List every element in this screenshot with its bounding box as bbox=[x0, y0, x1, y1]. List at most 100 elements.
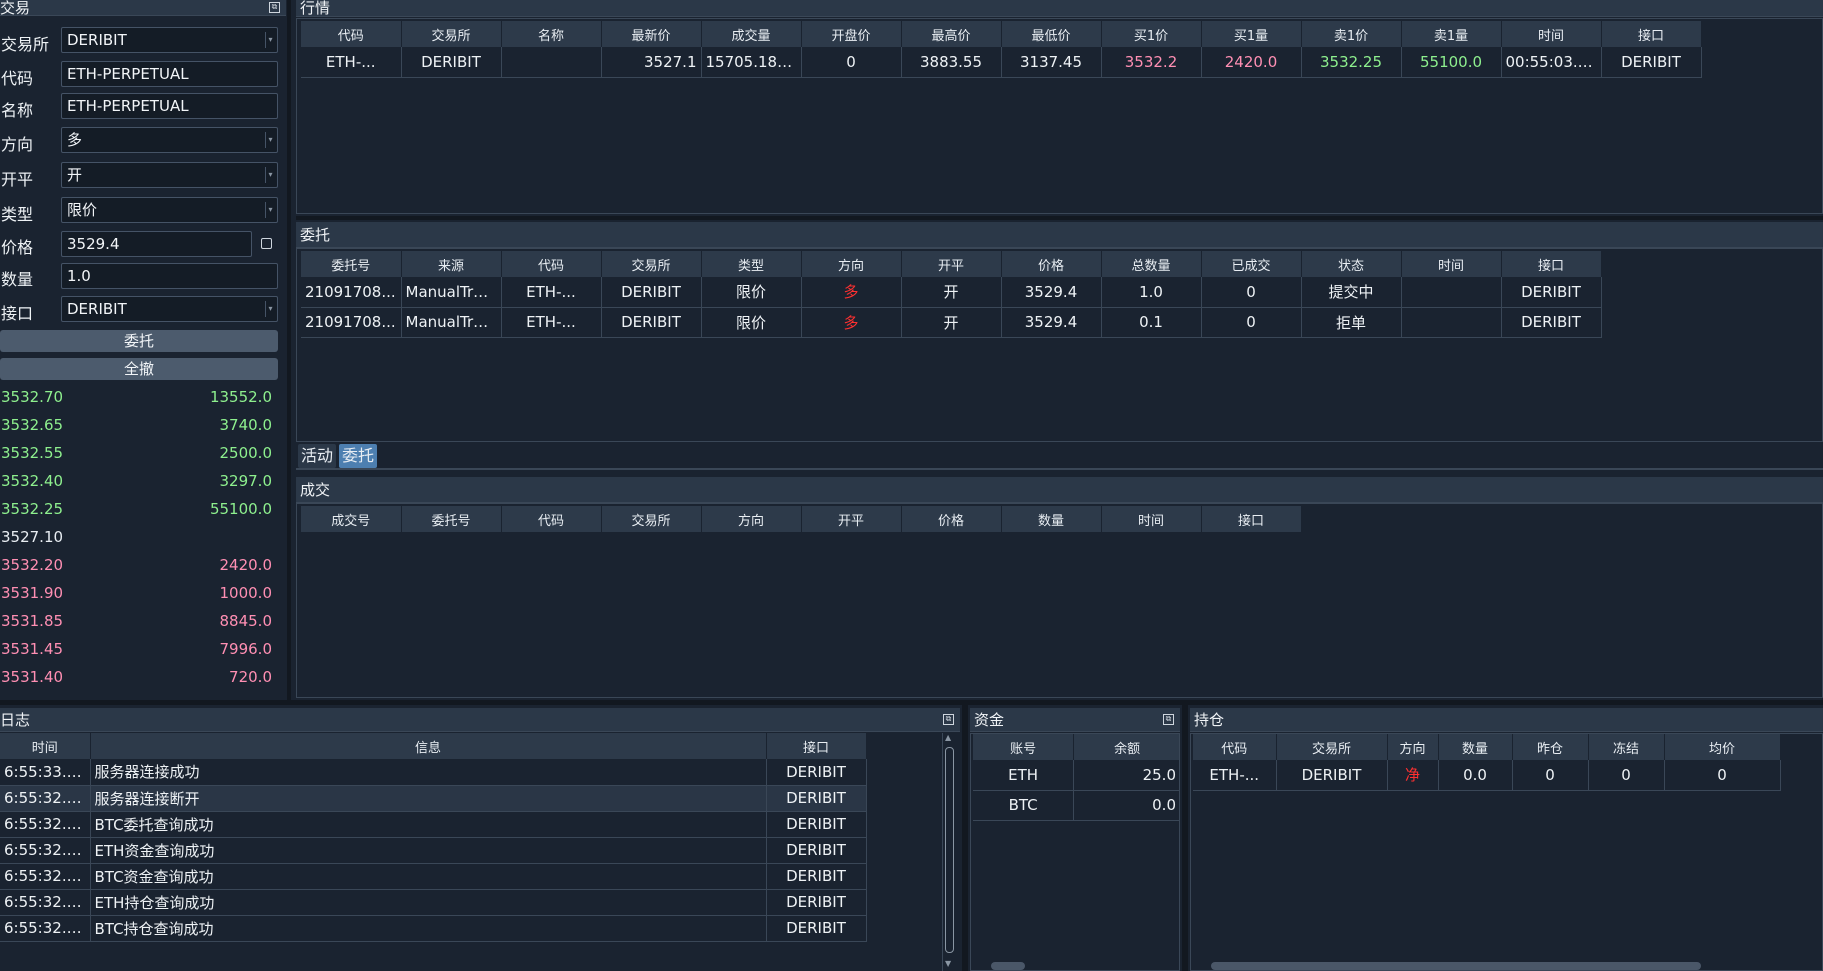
column-header[interactable]: 时间 bbox=[0, 733, 91, 759]
table-row[interactable]: 6:55:32.452 ETH持仓查询成功 DERIBIT bbox=[0, 889, 867, 916]
table-row[interactable]: 6:55:33.616 服务器连接成功 DERIBIT bbox=[0, 759, 867, 786]
column-header[interactable]: 时间 bbox=[1401, 251, 1502, 277]
symbol-input[interactable]: ETH-PERPETUAL bbox=[61, 61, 278, 87]
column-header[interactable]: 冻结 bbox=[1588, 734, 1665, 760]
price-checkbox[interactable] bbox=[261, 238, 272, 249]
column-header[interactable]: 交易所 bbox=[401, 21, 502, 47]
column-header[interactable]: 方向 bbox=[1387, 734, 1439, 760]
table-row[interactable]: 6:55:32.453 BTC委托查询成功 DERIBIT bbox=[0, 811, 867, 838]
table-row[interactable]: BTC 0.0 bbox=[973, 790, 1179, 821]
bid-level[interactable]: 3531.85 8845.0 bbox=[0, 607, 276, 635]
table-row[interactable]: ETH-... DERIBIT 3527.1 15705.182... 0 3883.55… bbox=[301, 47, 1702, 78]
float-icon[interactable]: ⧉ bbox=[1163, 714, 1174, 725]
position-hscroll-thumb[interactable] bbox=[1211, 962, 1701, 970]
column-header[interactable]: 来源 bbox=[401, 251, 502, 277]
column-header[interactable]: 状态 bbox=[1301, 251, 1402, 277]
column-header[interactable]: 总数量 bbox=[1101, 251, 1202, 277]
column-header[interactable]: 代码 bbox=[301, 21, 402, 47]
column-header[interactable]: 开盘价 bbox=[801, 21, 902, 47]
chevron-down-icon[interactable]: ▾ bbox=[265, 202, 275, 218]
exchange-combo[interactable]: DERIBIT ▾ bbox=[61, 27, 278, 53]
column-header[interactable]: 余额 bbox=[1073, 734, 1179, 760]
column-header[interactable]: 接口 bbox=[1201, 506, 1302, 532]
column-header[interactable]: 时间 bbox=[1101, 506, 1202, 532]
column-header[interactable]: 类型 bbox=[701, 251, 802, 277]
chevron-down-icon[interactable]: ▾ bbox=[265, 132, 275, 148]
column-header[interactable]: 账号 bbox=[973, 734, 1075, 760]
column-header[interactable]: 买1价 bbox=[1101, 21, 1202, 47]
column-header[interactable]: 方向 bbox=[801, 251, 902, 277]
account-hscroll-thumb[interactable] bbox=[991, 962, 1025, 970]
column-header[interactable]: 代码 bbox=[501, 506, 602, 532]
column-header[interactable]: 开平 bbox=[901, 251, 1002, 277]
column-header[interactable]: 交易所 bbox=[1276, 734, 1388, 760]
tab-active[interactable]: 活动 bbox=[298, 444, 337, 468]
column-header[interactable]: 最新价 bbox=[601, 21, 702, 47]
log-scrollbar[interactable]: ▲ ▼ bbox=[942, 733, 956, 971]
column-header[interactable]: 委托号 bbox=[301, 251, 402, 277]
column-header[interactable]: 已成交 bbox=[1201, 251, 1302, 277]
ask-level[interactable]: 3532.40 3297.0 bbox=[0, 467, 276, 495]
column-header[interactable]: 信息 bbox=[90, 733, 767, 759]
table-row[interactable]: 6:55:32.453 ETH资金查询成功 DERIBIT bbox=[0, 837, 867, 864]
column-header[interactable]: 昨仓 bbox=[1512, 734, 1589, 760]
column-header[interactable]: 代码 bbox=[501, 251, 602, 277]
ask-level[interactable]: 3532.25 55100.0 bbox=[0, 495, 276, 523]
column-header[interactable]: 成交量 bbox=[701, 21, 802, 47]
column-header[interactable]: 交易所 bbox=[601, 506, 702, 532]
float-icon[interactable]: ⧉ bbox=[269, 2, 280, 13]
last-price[interactable]: 3527.10 bbox=[0, 523, 276, 551]
column-header[interactable]: 卖1量 bbox=[1401, 21, 1502, 47]
direction-combo[interactable]: 多 ▾ bbox=[61, 127, 278, 153]
ask-level[interactable]: 3532.70 13552.0 bbox=[0, 383, 276, 411]
column-header[interactable]: 方向 bbox=[701, 506, 802, 532]
column-header[interactable]: 交易所 bbox=[601, 251, 702, 277]
table-row[interactable]: ETH 25.0 bbox=[973, 760, 1179, 791]
price-input[interactable]: 3529.4 bbox=[61, 231, 252, 257]
column-header[interactable]: 最高价 bbox=[901, 21, 1002, 47]
column-header[interactable]: 接口 bbox=[766, 733, 867, 759]
float-icon[interactable]: ⧉ bbox=[943, 714, 954, 725]
column-header[interactable]: 时间 bbox=[1501, 21, 1602, 47]
table-row[interactable]: 6:55:32.451 BTC持仓查询成功 DERIBIT bbox=[0, 915, 867, 942]
column-header[interactable]: 数量 bbox=[1438, 734, 1513, 760]
name-input[interactable]: ETH-PERPETUAL bbox=[61, 93, 278, 119]
scroll-up-icon[interactable]: ▲ bbox=[945, 733, 951, 742]
bid-level[interactable]: 3531.90 1000.0 bbox=[0, 579, 276, 607]
bid-level[interactable]: 3531.40 720.0 bbox=[0, 663, 276, 691]
table-row[interactable]: 6:55:32.740 服务器连接断开 DERIBIT bbox=[0, 785, 867, 812]
column-header[interactable]: 价格 bbox=[901, 506, 1002, 532]
ask-level[interactable]: 3532.65 3740.0 bbox=[0, 411, 276, 439]
column-header[interactable]: 价格 bbox=[1001, 251, 1102, 277]
offset-combo[interactable]: 开 ▾ bbox=[61, 162, 278, 188]
type-combo[interactable]: 限价 ▾ bbox=[61, 197, 278, 223]
scroll-down-icon[interactable]: ▼ bbox=[945, 959, 951, 968]
table-row[interactable]: ETH-... DERIBIT 净 0.0 0 0 0 bbox=[1193, 760, 1781, 791]
column-header[interactable]: 名称 bbox=[501, 21, 602, 47]
column-header[interactable]: 均价 bbox=[1664, 734, 1781, 760]
column-header[interactable]: 接口 bbox=[1601, 21, 1702, 47]
tab-orders[interactable]: 委托 bbox=[339, 444, 378, 468]
bid-level[interactable]: 3532.20 2420.0 bbox=[0, 551, 276, 579]
send-order-button[interactable]: 委托 bbox=[0, 330, 278, 352]
column-header[interactable]: 最低价 bbox=[1001, 21, 1102, 47]
column-header[interactable]: 接口 bbox=[1501, 251, 1602, 277]
chevron-down-icon[interactable]: ▾ bbox=[265, 167, 275, 183]
column-header[interactable]: 买1量 bbox=[1201, 21, 1302, 47]
column-header[interactable]: 委托号 bbox=[401, 506, 502, 532]
table-row[interactable]: 21091708... ManualTra... ETH-... DERIBIT 限价多… bbox=[301, 277, 1602, 308]
chevron-down-icon[interactable]: ▾ bbox=[265, 32, 275, 48]
volume-input[interactable]: 1.0 bbox=[61, 263, 278, 289]
column-header[interactable]: 数量 bbox=[1001, 506, 1102, 532]
gateway-combo[interactable]: DERIBIT ▾ bbox=[61, 296, 278, 322]
ask-level[interactable]: 3532.55 2500.0 bbox=[0, 439, 276, 467]
log-scroll-thumb[interactable] bbox=[945, 747, 954, 953]
table-row[interactable]: 6:55:32.453 BTC资金查询成功 DERIBIT bbox=[0, 863, 867, 890]
bid-level[interactable]: 3531.45 7996.0 bbox=[0, 635, 276, 663]
column-header[interactable]: 成交号 bbox=[301, 506, 402, 532]
column-header[interactable]: 开平 bbox=[801, 506, 902, 532]
cancel-all-button[interactable]: 全撤 bbox=[0, 358, 278, 380]
column-header[interactable]: 卖1价 bbox=[1301, 21, 1402, 47]
chevron-down-icon[interactable]: ▾ bbox=[265, 301, 275, 317]
table-row[interactable]: 21091708... ManualTra... ETH-... DERIBIT 限价多… bbox=[301, 307, 1602, 338]
